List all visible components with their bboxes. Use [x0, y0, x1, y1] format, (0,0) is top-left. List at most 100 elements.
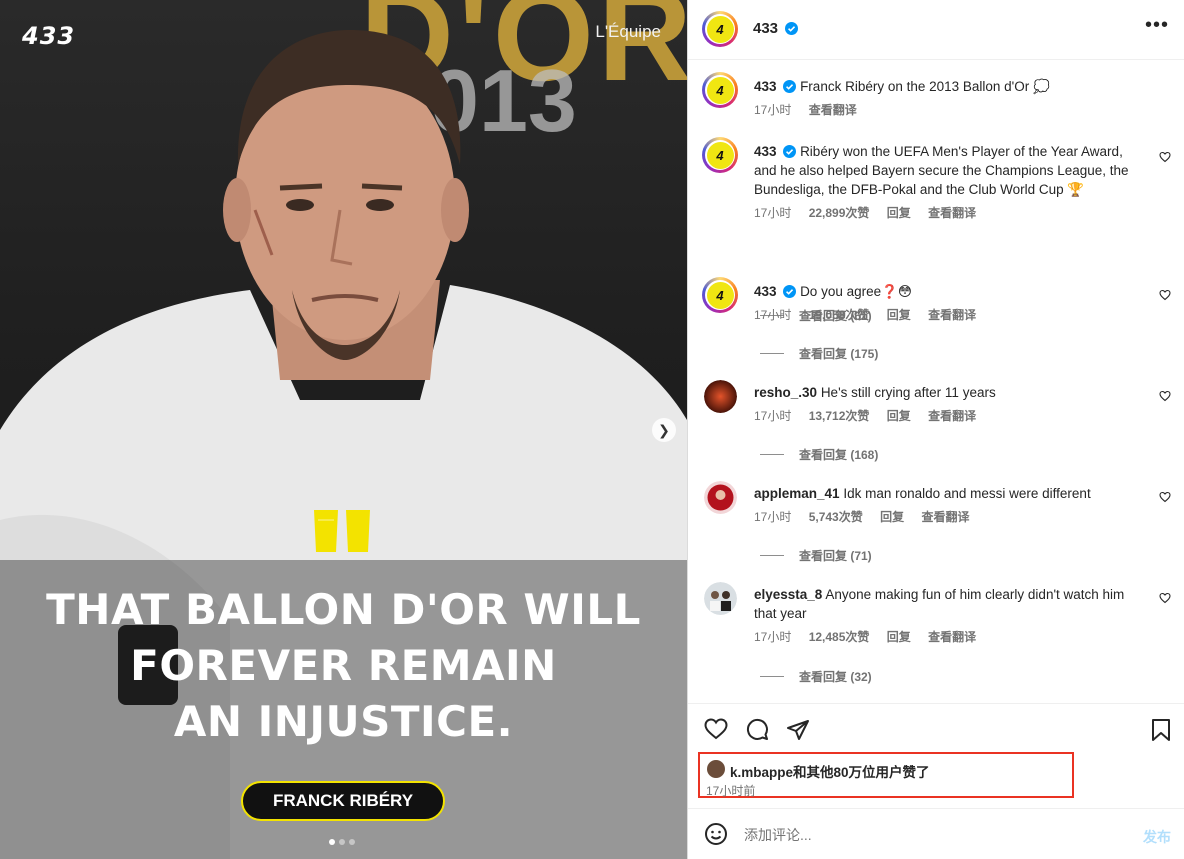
post-media: D'OR 013 433 L'Équipe ❯ THAT BALLON D'OR… [0, 0, 687, 859]
avatar[interactable]: 4 [702, 277, 738, 313]
verified-badge-icon [783, 80, 797, 93]
see-translation-link[interactable]: 查看翻译 [921, 510, 969, 524]
post-comment-button[interactable]: 发布 [1143, 827, 1171, 847]
comment-item: 4 433 Ribéry won the UEFA Men's Player o… [688, 125, 1184, 323]
quote-icon [314, 510, 370, 552]
comment-like-count[interactable]: 5,743次赞 [809, 510, 863, 524]
heart-icon[interactable] [704, 718, 728, 740]
comment-text: Ribéry won the UEFA Men's Player of the … [754, 144, 1129, 197]
share-icon[interactable] [786, 718, 810, 742]
comment-meta: 17小时 22,899次赞 回复 查看翻译 [754, 204, 1146, 223]
comment-username[interactable]: 433 [754, 284, 777, 299]
more-options-icon[interactable]: ••• [1145, 14, 1169, 37]
source-tag: L'Équipe [595, 22, 661, 41]
add-comment-bar: 发布 [688, 808, 1184, 859]
view-replies-button[interactable]: 查看回复 (175) [760, 345, 878, 362]
view-replies-label: 查看回复 (175) [799, 347, 879, 361]
emoji-icon[interactable] [704, 822, 728, 846]
headline-text: THAT BALLON D'OR WILL FOREVER REMAIN AN … [0, 582, 687, 750]
comment-meta: 17小时 19,058次赞 回复 查看翻译 [754, 306, 1146, 325]
comment-time: 17小时 [754, 630, 792, 644]
comment-like-count[interactable]: 12,485次赞 [809, 630, 870, 644]
reply-button[interactable]: 回复 [887, 206, 911, 220]
post-header: 4 433 ••• [688, 0, 1184, 60]
likes-summary-text[interactable]: k.mbappe和其他80万位用户赞了 [730, 761, 930, 781]
post-actions-bar [688, 703, 1184, 753]
chevron-right-icon: ❯ [658, 421, 670, 438]
headline-line: THAT BALLON D'OR WILL [46, 585, 641, 634]
post-timestamp: 17小时前 [706, 784, 756, 798]
comment-text: Idk man ronaldo and messi were different [843, 486, 1091, 501]
comment-time: 17小时 [754, 510, 792, 524]
view-replies-button[interactable]: 查看回复 (168) [760, 446, 878, 463]
avatar[interactable] [704, 582, 737, 615]
avatar[interactable]: 4 [702, 137, 738, 173]
comment-username[interactable]: 433 [754, 144, 777, 159]
header-username[interactable]: 433 [753, 20, 799, 37]
comment-item: appleman_41 Idk man ronaldo and messi we… [688, 467, 1184, 568]
carousel-dot[interactable] [329, 839, 335, 845]
avatar[interactable] [704, 380, 737, 413]
view-replies-label: 查看回复 (32) [799, 670, 872, 684]
comment-text: Do you agree❓😳 [800, 284, 912, 299]
heart-icon[interactable] [1159, 592, 1171, 604]
headline-line: AN INJUSTICE. [173, 697, 514, 746]
comment-like-count[interactable]: 19,058次赞 [809, 308, 870, 322]
carousel-dot[interactable] [349, 839, 355, 845]
comment-username[interactable]: elyessta_8 [754, 587, 822, 602]
username-text: 433 [753, 20, 779, 37]
comment-meta: 17小时 12,485次赞 回复 查看翻译 [754, 628, 1146, 647]
comment-meta: 17小时 5,743次赞 回复 查看翻译 [754, 508, 1146, 527]
carousel-next-button[interactable]: ❯ [652, 418, 676, 442]
comment-like-count[interactable]: 22,899次赞 [809, 206, 870, 220]
brand-avatar-mark: 4 [706, 76, 734, 104]
see-translation-link[interactable]: 查看翻译 [928, 409, 976, 423]
heart-icon[interactable] [1159, 289, 1171, 301]
heart-icon[interactable] [1159, 390, 1171, 402]
comment-text: He's still crying after 11 years [820, 385, 996, 400]
carousel-dots [329, 839, 355, 845]
heart-icon[interactable] [1159, 491, 1171, 503]
bookmark-icon[interactable] [1150, 718, 1172, 742]
avatar[interactable]: 4 [702, 11, 738, 47]
comment-time: 17小时 [754, 308, 792, 322]
comment-text: Franck Ribéry on the 2013 Ballon d'Or 💭 [800, 79, 1050, 94]
brand-logo: 433 [22, 22, 76, 50]
see-translation-link[interactable]: 查看翻译 [928, 308, 976, 322]
comment-input[interactable] [742, 821, 1126, 849]
comment-username[interactable]: 433 [754, 79, 777, 94]
comment-like-count[interactable]: 13,712次赞 [809, 409, 870, 423]
reply-button[interactable]: 回复 [887, 409, 911, 423]
see-translation-link[interactable]: 查看翻译 [928, 630, 976, 644]
comment-item: 4 433 Do you agree❓😳 17小时 19,058次赞 回复 查看… [688, 265, 1184, 366]
see-translation-link[interactable]: 查看翻译 [809, 103, 857, 117]
heart-icon[interactable] [1159, 151, 1171, 163]
comment-meta: 17小时 查看翻译 [754, 101, 1146, 120]
verified-badge-icon [783, 285, 797, 298]
see-translation-link[interactable]: 查看翻译 [928, 206, 976, 220]
view-replies-button[interactable]: 查看回复 (32) [760, 668, 872, 685]
comment-username[interactable]: resho_.30 [754, 385, 817, 400]
comment-meta: 17小时 13,712次赞 回复 查看翻译 [754, 407, 1146, 426]
comment-time: 17小时 [754, 103, 792, 117]
reply-button[interactable]: 回复 [887, 308, 911, 322]
comment-time: 17小时 [754, 409, 792, 423]
verified-badge-icon [785, 22, 799, 35]
view-replies-label: 查看回复 (168) [799, 448, 879, 462]
comment-icon[interactable] [745, 718, 769, 742]
view-replies-button[interactable]: 查看回复 (71) [760, 547, 872, 564]
name-pill: FRANCK RIBÉRY [241, 781, 445, 821]
headline-line: FOREVER REMAIN [130, 641, 557, 690]
comment-time: 17小时 [754, 206, 792, 220]
comment-username[interactable]: appleman_41 [754, 486, 840, 501]
carousel-dot[interactable] [339, 839, 345, 845]
comment-item: elyessta_8 Anyone making fun of him clea… [688, 568, 1184, 688]
avatar[interactable] [707, 760, 725, 778]
brand-avatar-mark: 4 [706, 141, 734, 169]
reply-button[interactable]: 回复 [887, 630, 911, 644]
verified-badge-icon [783, 145, 797, 158]
avatar[interactable]: 4 [702, 72, 738, 108]
avatar[interactable] [704, 481, 737, 514]
comment-item: 4 433 Franck Ribéry on the 2013 Ballon d… [688, 60, 1184, 125]
reply-button[interactable]: 回复 [880, 510, 904, 524]
